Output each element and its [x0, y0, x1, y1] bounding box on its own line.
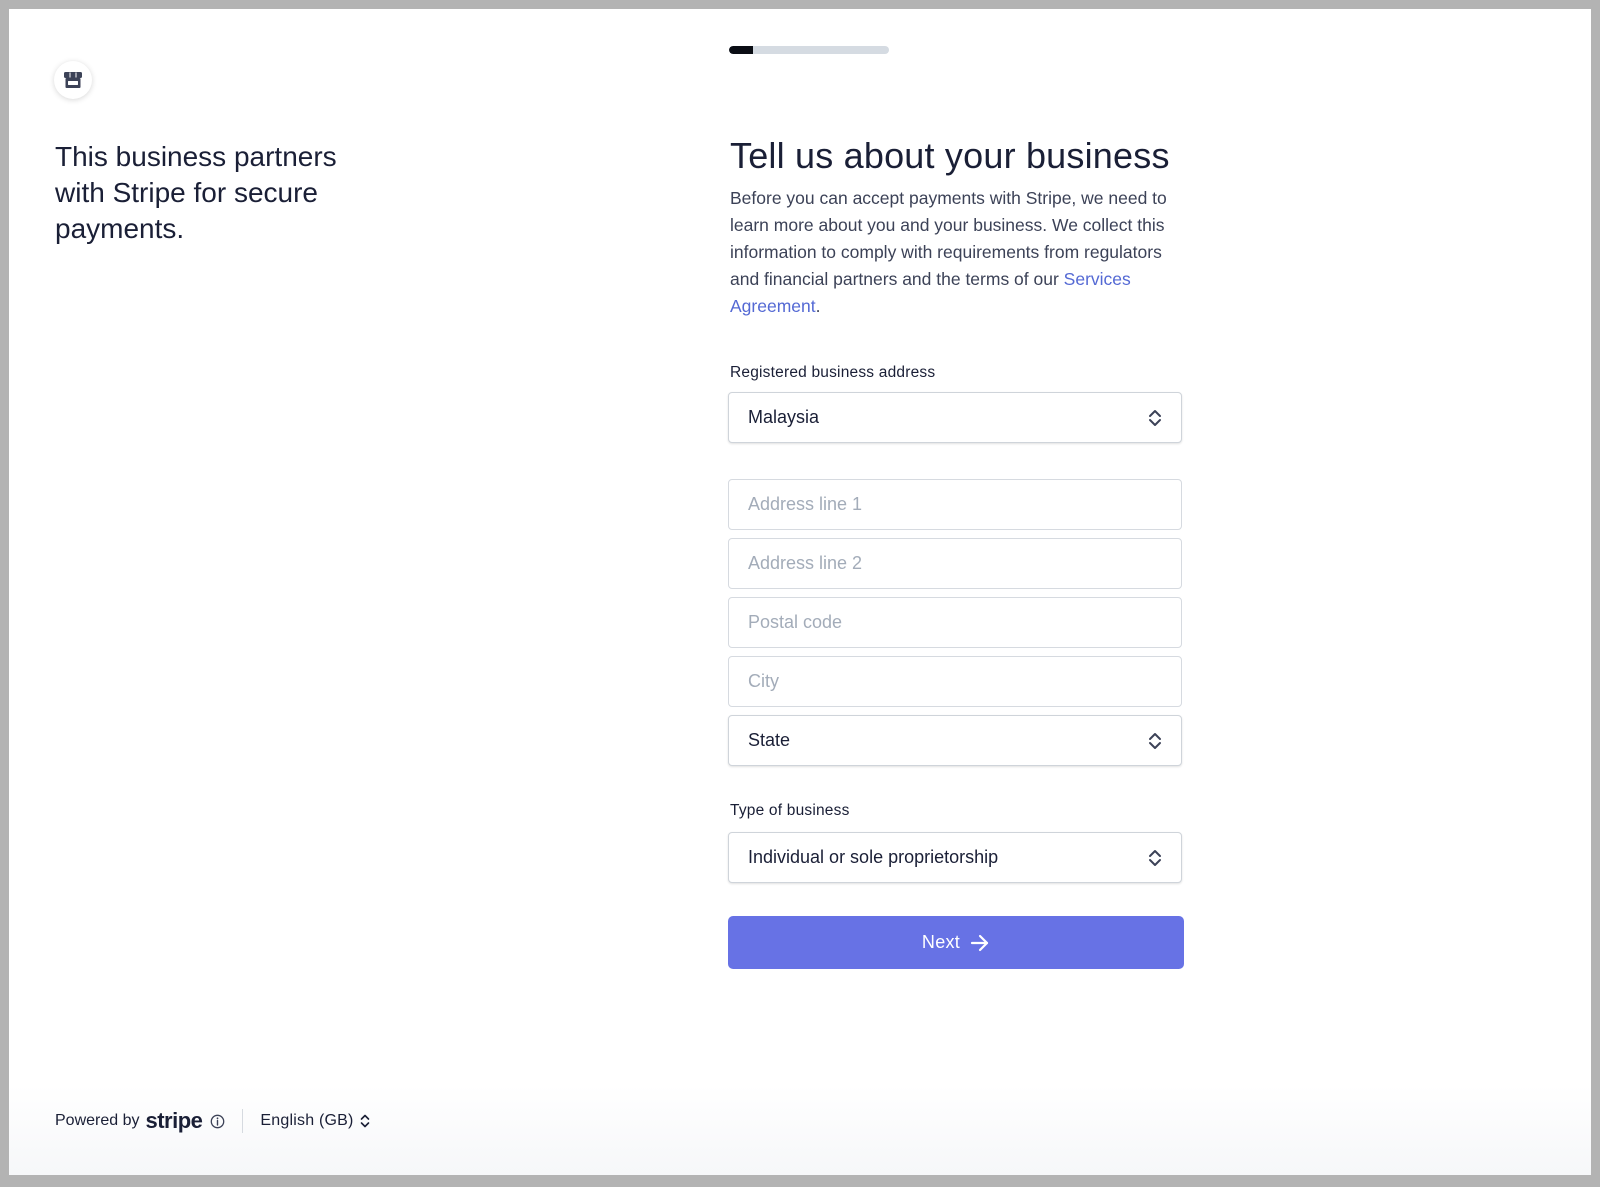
chevron-up-down-icon — [1149, 849, 1161, 866]
next-button-label: Next — [921, 932, 961, 952]
page: This business partners with Stripe for s… — [9, 9, 1591, 1175]
country-select[interactable]: Malaysia — [728, 392, 1182, 443]
powered-by-text: Powered by — [55, 1112, 140, 1129]
business-logo — [54, 61, 92, 99]
language-selector[interactable]: English (GB) — [260, 1112, 369, 1130]
arrow-right-icon — [971, 934, 989, 951]
address-line2-input[interactable] — [748, 553, 1162, 574]
address-label: Registered business address — [730, 364, 936, 381]
postal-code-field[interactable] — [728, 597, 1182, 648]
postal-code-input[interactable] — [748, 612, 1162, 633]
address-line1-input[interactable] — [748, 494, 1162, 515]
language-label: English (GB) — [260, 1112, 354, 1129]
address-line1-field[interactable] — [728, 479, 1182, 530]
page-title: Tell us about your business — [730, 135, 1170, 176]
business-type-select[interactable]: Individual or sole proprietorship — [728, 832, 1182, 883]
chevron-up-down-icon — [1149, 409, 1161, 426]
stripe-logo[interactable]: stripe — [146, 1108, 203, 1134]
next-button[interactable]: Next — [728, 916, 1184, 969]
city-input[interactable] — [748, 671, 1162, 692]
business-type-label: Type of business — [730, 802, 850, 819]
country-value: Malaysia — [748, 407, 820, 427]
address-line2-field[interactable] — [728, 538, 1182, 589]
partner-tagline: This business partners with Stripe for s… — [55, 141, 337, 244]
state-select[interactable]: State — [728, 715, 1182, 766]
storefront-icon — [64, 72, 82, 88]
info-icon[interactable] — [210, 1114, 225, 1129]
intro-end: . — [815, 296, 821, 316]
state-value: State — [748, 730, 791, 750]
onboarding-progress-bar — [729, 46, 889, 54]
footer-divider — [242, 1109, 244, 1133]
city-field[interactable] — [728, 656, 1182, 707]
business-type-value: Individual or sole proprietorship — [748, 847, 999, 867]
chevron-up-down-icon — [1149, 732, 1161, 749]
progress-fill — [729, 46, 753, 54]
footer: Powered by stripe English (GB) — [55, 1108, 370, 1134]
intro-paragraph: Before you can accept payments with Stri… — [730, 185, 1186, 320]
chevron-up-down-icon — [360, 1114, 369, 1128]
